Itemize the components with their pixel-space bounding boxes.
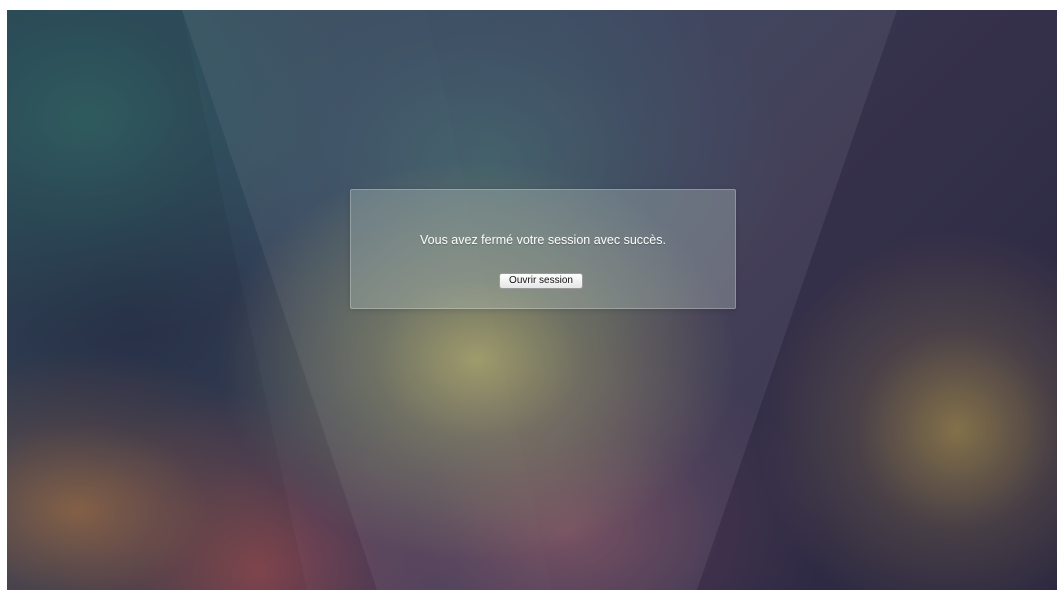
desktop-background: Vous avez fermé votre session avec succè… [7, 10, 1057, 590]
logout-message: Vous avez fermé votre session avec succè… [420, 233, 666, 247]
logout-dialog: Vous avez fermé votre session avec succè… [350, 189, 736, 309]
open-session-button[interactable]: Ouvrir session [499, 273, 583, 289]
